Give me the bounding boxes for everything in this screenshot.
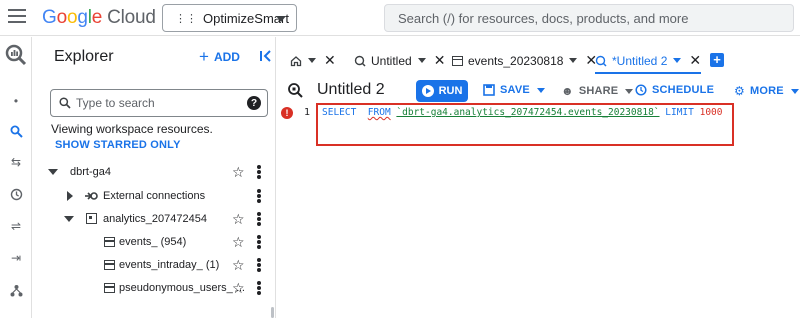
graph-icon[interactable] [7,281,25,299]
query-title: Untitled 2 [317,81,385,98]
chevron-down-icon[interactable] [417,58,426,63]
table-icon [104,283,115,293]
left-rail: • ⇆ ⇌ ⇥ [0,37,32,318]
tree-row-external-connections[interactable]: External connections [40,185,276,207]
dot-icon[interactable]: • [7,92,25,110]
bigquery-logo-icon[interactable] [4,43,28,67]
close-icon[interactable]: ✕ [689,52,701,69]
new-tab-button[interactable]: + [710,53,724,67]
table-icon [104,237,115,247]
top-bar: Google Cloud ⋮⋮ OptimizeSmart Search (/) … [0,0,800,36]
share-button[interactable]: ☻ SHARE [561,84,634,98]
google-cloud-logo[interactable]: Google Cloud [42,7,156,29]
star-icon[interactable]: ☆ [232,235,245,249]
add-button[interactable]: + ADD [199,47,240,66]
expand-arrow-icon[interactable] [64,216,74,222]
more-button[interactable]: ⚙ MORE [734,84,799,98]
tree-row-table[interactable]: events_ (954) ☆ [40,231,276,253]
save-icon [483,84,495,96]
tree-label: events_intraday_ (1) [119,259,220,271]
tree-row-dataset[interactable]: analytics_207472454 ☆ [40,208,276,230]
expand-arrow-icon[interactable] [48,169,58,175]
more-options-icon[interactable] [257,212,261,226]
tab-untitled[interactable]: Untitled ✕ [354,48,445,73]
star-icon[interactable]: ☆ [232,212,245,226]
tab-untitled-2[interactable]: *Untitled 2 ✕ [595,48,702,74]
star-icon[interactable]: ☆ [232,258,245,272]
home-icon [290,55,302,66]
chevron-down-icon [276,16,286,22]
add-person-icon: ☻ [561,84,574,98]
help-icon[interactable]: ? [247,96,261,110]
tree-label: External connections [103,190,206,202]
query-icon [595,55,607,67]
tree-label: events_ (954) [119,236,187,248]
chevron-down-icon[interactable] [308,58,316,63]
dataset-icon [86,213,97,224]
tree-label: analytics_207472454 [103,213,207,225]
explorer-search-field[interactable]: ? [50,89,268,117]
save-button[interactable]: SAVE [483,84,545,96]
query-icon [354,55,366,67]
tree-row-table[interactable]: events_intraday_ (1) ☆ [40,254,276,276]
show-starred-only-link[interactable]: SHOW STARRED ONLY [55,139,181,151]
chevron-down-icon[interactable] [569,58,578,63]
explorer-search-input[interactable] [76,96,236,110]
chevron-down-icon [790,88,799,94]
pipeline-icon[interactable]: ⇥ [7,249,25,267]
project-selector[interactable]: ⋮⋮ OptimizeSmart [162,4,297,32]
close-icon[interactable]: ✕ [434,52,446,69]
external-connection-icon [85,192,98,200]
search-nav-icon[interactable] [7,122,25,140]
clock-icon [635,84,647,96]
plus-icon: + [199,47,209,66]
more-options-icon[interactable] [257,165,261,179]
table-icon [104,260,115,270]
star-icon[interactable]: ☆ [232,165,245,179]
error-icon[interactable]: ! [281,107,293,119]
analytics-hub-icon[interactable]: ⇌ [7,217,25,235]
explorer-scrollbar[interactable] [271,307,274,318]
tree-row-table[interactable]: pseudonymous_users_ ... ☆ [40,277,276,299]
tree-label: pseudonymous_users_ ... [119,282,245,294]
explorer-panel: Explorer + ADD ? Viewing workspace resou… [40,37,276,318]
menu-icon[interactable] [8,9,26,25]
gear-icon: ⚙ [734,84,745,98]
chevron-down-icon [536,87,545,93]
transfer-icon[interactable]: ⇆ [7,153,25,171]
search-icon [59,97,71,109]
tree-label: dbrt-ga4 [70,166,111,178]
chevron-down-icon [625,88,634,94]
query-icon [288,83,303,98]
table-icon [452,55,463,66]
chevron-down-icon[interactable] [673,58,682,63]
explorer-title: Explorer [54,48,114,65]
star-icon[interactable]: ☆ [232,281,245,295]
search-placeholder: Search (/) for resources, docs, products… [398,10,689,26]
highlight-annotation-box [316,103,734,146]
line-number: 1 [304,107,311,118]
tab-events-table[interactable]: events_20230818 ✕ [452,48,597,73]
play-icon [421,85,434,97]
schedule-button[interactable]: SCHEDULE [635,84,714,96]
tree-row-project[interactable]: dbrt-ga4 ☆ [40,161,276,183]
tab-home[interactable]: ✕ [290,48,336,73]
global-search-input[interactable]: Search (/) for resources, docs, products… [384,4,794,32]
collapse-panel-icon[interactable] [259,49,273,63]
more-options-icon[interactable] [257,258,261,272]
workspace-info-text: Viewing workspace resources. [51,122,213,136]
editor-tabs: ✕ Untitled ✕ events_20230818 ✕ *Untitled… [282,48,800,74]
project-icon: ⋮⋮ [175,12,197,25]
more-options-icon[interactable] [257,235,261,249]
expand-arrow-icon[interactable] [67,191,73,201]
close-icon[interactable]: ✕ [324,52,336,69]
more-options-icon[interactable] [257,281,261,295]
history-icon[interactable] [7,185,25,203]
editor-toolbar: Untitled 2 RUN SAVE ☻ SHARE SCHEDULE ⚙ M… [282,78,800,104]
run-button[interactable]: RUN [416,80,468,102]
more-options-icon[interactable] [257,189,261,203]
